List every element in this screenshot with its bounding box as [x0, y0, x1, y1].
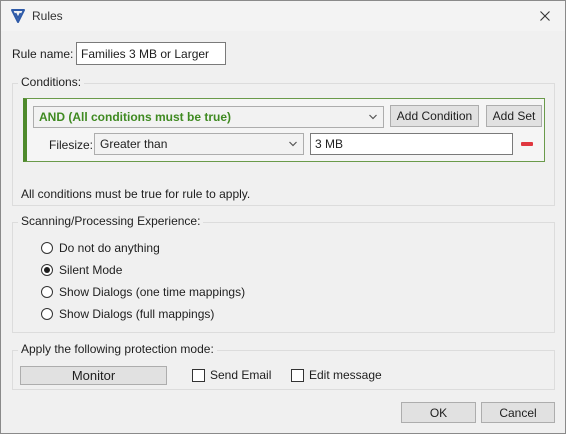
edit-message-checkbox[interactable] [291, 369, 304, 382]
operator-combo[interactable]: Greater than [94, 133, 304, 155]
filesize-label: Filesize: [49, 138, 94, 152]
send-email-checkbox[interactable] [192, 369, 205, 382]
close-button[interactable] [535, 6, 555, 26]
radio-do-nothing-label: Do not do anything [59, 241, 160, 255]
add-condition-button[interactable]: Add Condition [390, 105, 479, 127]
edit-message-label: Edit message [309, 368, 382, 382]
chevron-down-icon [289, 141, 297, 147]
ok-button[interactable]: OK [401, 402, 476, 423]
conditions-group-label: Conditions: [18, 75, 85, 89]
shield-v-icon [11, 9, 25, 23]
minus-icon[interactable] [521, 142, 533, 146]
rules-dialog: Rules Rule name: Conditions: AND (All co… [0, 0, 566, 434]
radio-dialogs-one-time[interactable] [41, 286, 53, 298]
cancel-button[interactable]: Cancel [481, 402, 555, 423]
logic-combo-value: AND (All conditions must be true) [39, 110, 231, 124]
rule-name-label: Rule name: [12, 47, 74, 61]
send-email-label: Send Email [210, 368, 272, 382]
radio-do-nothing[interactable] [41, 242, 53, 254]
title-bar: Rules [1, 1, 565, 31]
protection-group-label: Apply the following protection mode: [18, 342, 217, 356]
chevron-down-icon [369, 114, 377, 120]
radio-dialogs-full-label: Show Dialogs (full mappings) [59, 307, 215, 321]
filesize-value-input[interactable] [310, 133, 513, 155]
operator-combo-value: Greater than [100, 137, 168, 151]
close-icon [540, 11, 550, 21]
logic-combo[interactable]: AND (All conditions must be true) [33, 106, 384, 128]
add-set-button[interactable]: Add Set [486, 105, 542, 127]
radio-dialogs-one-time-label: Show Dialogs (one time mappings) [59, 285, 246, 299]
monitor-mode-button[interactable]: Monitor [20, 366, 167, 385]
conditions-summary: All conditions must be true for rule to … [21, 187, 251, 201]
radio-silent-mode-label: Silent Mode [59, 263, 123, 277]
window-title: Rules [32, 9, 63, 23]
radio-dialogs-full[interactable] [41, 308, 53, 320]
rule-name-input[interactable] [76, 42, 226, 65]
scanning-group-label: Scanning/Processing Experience: [18, 214, 204, 228]
radio-silent-mode[interactable] [41, 264, 53, 276]
